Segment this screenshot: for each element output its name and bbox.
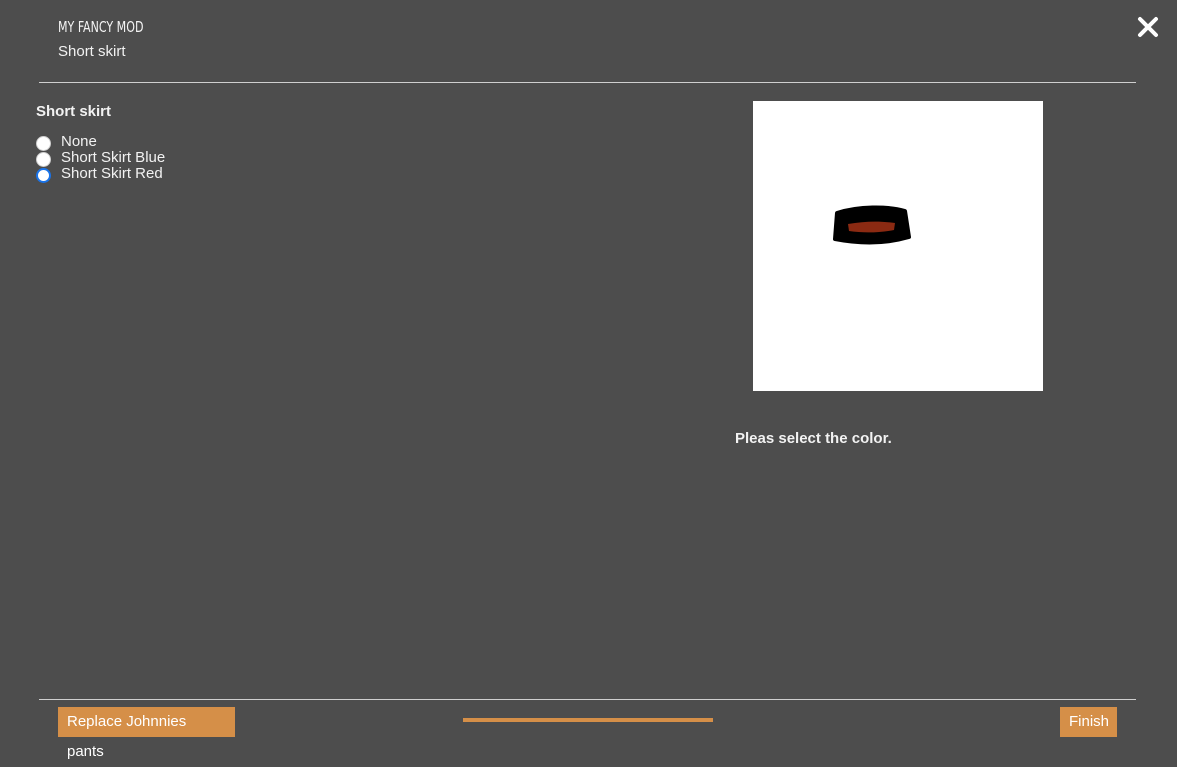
option-short-skirt-blue[interactable]: Short Skirt Blue xyxy=(36,148,166,167)
progress-fill xyxy=(463,718,713,722)
previous-step-button[interactable]: Replace Johnnies pants xyxy=(58,707,235,760)
option-list: None Short Skirt Blue Short Skirt Red xyxy=(36,132,166,183)
option-short-skirt-red[interactable]: Short Skirt Red xyxy=(36,164,165,183)
radio-short-skirt-blue[interactable] xyxy=(36,151,51,167)
option-label: None xyxy=(61,132,97,150)
option-label: Short Skirt Blue xyxy=(61,148,166,166)
mod-title: My Fancy Mod xyxy=(58,18,144,36)
group-label: Short skirt xyxy=(36,103,112,120)
preview-image xyxy=(753,101,1043,391)
step-title: Short skirt xyxy=(58,43,126,60)
close-icon[interactable] xyxy=(1136,14,1160,40)
preview-description: Pleas select the color. xyxy=(735,430,892,447)
header-divider xyxy=(39,82,1136,83)
skirt-image xyxy=(833,205,911,245)
radio-none[interactable] xyxy=(36,135,51,151)
option-none[interactable]: None xyxy=(36,132,165,151)
progress-bar xyxy=(463,718,713,722)
finish-button[interactable]: Finish xyxy=(1060,707,1117,737)
radio-short-skirt-red[interactable] xyxy=(36,167,51,183)
footer-divider xyxy=(39,699,1136,700)
option-label: Short Skirt Red xyxy=(61,164,163,182)
